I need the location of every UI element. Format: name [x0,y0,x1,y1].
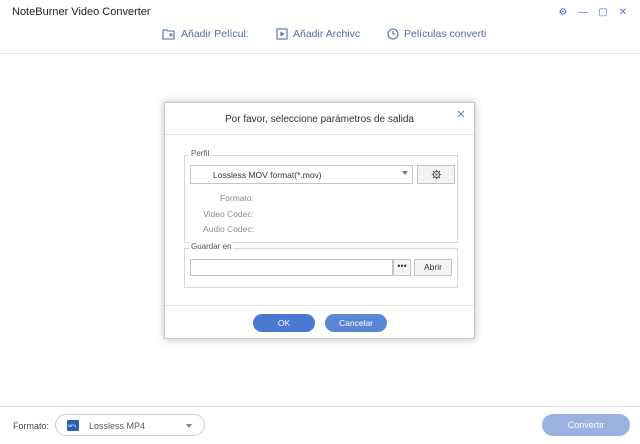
save-group-label: Guardar en [189,242,234,251]
add-file-button[interactable]: Añadir Archivc [276,28,386,40]
output-format-value: Lossless MP4 [89,421,146,431]
bottom-bar: Formato: MP4 Lossless MP4 Convertir [0,406,640,444]
mp4-format-icon: MP4 [67,420,79,431]
open-folder-button[interactable]: Abrir [414,259,452,276]
toolbar: Añadir Películ: Añadir Archivc Películas… [0,24,640,54]
profile-select-value: Lossless MOV format(*.mov) [213,170,322,180]
convert-button[interactable]: Convertir [542,414,630,436]
save-location-group: Guardar en ••• Abrir [184,242,458,288]
close-icon[interactable]: ✕ [616,5,630,19]
output-path-input[interactable] [190,259,393,276]
dialog-footer: OK Cancelar [165,305,474,338]
add-movie-button[interactable]: Añadir Películ: [162,28,272,40]
clock-icon [387,28,399,40]
add-folder-icon [162,29,175,40]
play-file-icon [276,28,288,40]
cancel-button[interactable]: Cancelar [325,314,387,332]
format-info-label: Formato: [219,193,254,203]
output-settings-dialog: Por favor, seleccione parámetros de sali… [164,102,475,339]
add-movie-label: Añadir Películ: [181,28,249,40]
output-format-label: Formato: [13,421,50,431]
gear-icon [431,169,441,180]
add-file-label: Añadir Archivc [293,28,361,40]
converted-movies-label: Películas converti [404,28,487,40]
profile-settings-button[interactable] [417,165,455,184]
minimize-icon[interactable]: — [576,5,590,19]
audio-codec-info-label: Audio Codec: [202,224,254,234]
browse-button[interactable]: ••• [393,259,411,276]
chevron-down-icon [402,171,408,175]
ok-button[interactable]: OK [253,314,315,332]
chevron-down-icon [186,424,192,428]
profile-group-label: Perfil [189,149,212,158]
dialog-close-icon[interactable]: ✕ [455,109,467,121]
settings-icon[interactable]: ⚙ [556,5,570,19]
format-icon-text: MP4 [68,423,76,428]
app-title: NoteBurner Video Converter [12,6,151,18]
dialog-header: Por favor, seleccione parámetros de sali… [165,103,474,135]
output-format-select[interactable]: MP4 Lossless MP4 [55,414,205,436]
converted-movies-button[interactable]: Películas converti [387,28,487,40]
title-bar: NoteBurner Video Converter ⚙ — ▢ ✕ [0,0,640,24]
window-controls: ⚙ — ▢ ✕ [556,5,630,19]
profile-select[interactable]: Lossless MOV format(*.mov) [190,165,413,184]
maximize-icon[interactable]: ▢ [596,5,610,19]
dialog-title: Por favor, seleccione parámetros de sali… [225,114,414,125]
profile-group: Perfil Lossless MOV format(*.mov) Format… [184,149,458,243]
video-codec-info-label: Video Codec: [203,209,254,219]
